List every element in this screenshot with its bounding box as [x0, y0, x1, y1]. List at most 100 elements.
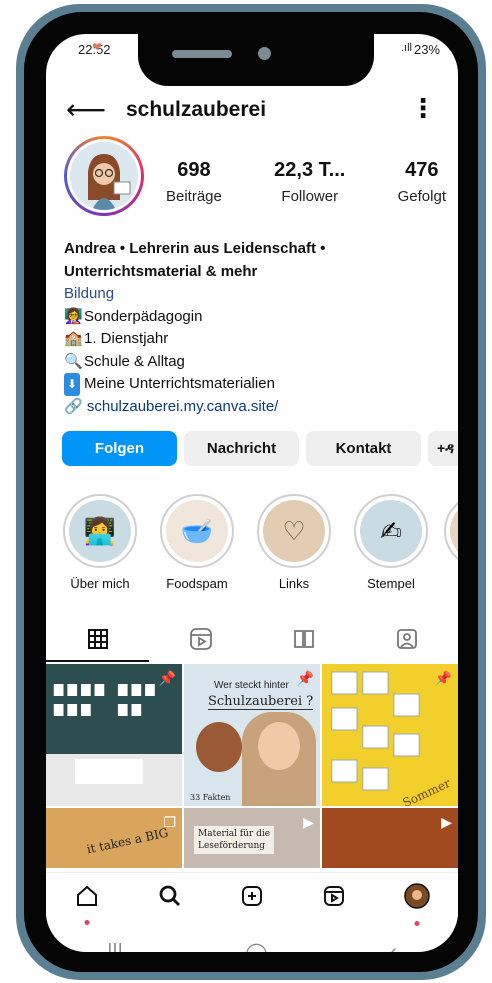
speaker-pill [172, 50, 232, 58]
stat-value: 476 [405, 159, 439, 181]
reels-nav-icon[interactable] [314, 884, 354, 915]
arrow-left-icon[interactable]: ⟵ [66, 96, 106, 124]
stat-following[interactable]: 476 Gefolgt [398, 159, 446, 205]
highlight-partial[interactable] [444, 494, 458, 591]
post-caption: Material für die [198, 829, 271, 839]
profile-name-line2: Unterrichtsmaterial & mehr [64, 262, 258, 280]
notification-dot [414, 921, 420, 926]
highlight-links[interactable]: ♡ Links [250, 494, 338, 591]
reel-icon: ▶ [441, 814, 452, 830]
battery-text: 23% [413, 42, 440, 57]
stat-posts[interactable]: 698 Beiträge [166, 159, 222, 205]
notch [138, 34, 374, 86]
highlight-ring: ♡ [257, 494, 331, 568]
search-icon[interactable] [150, 884, 190, 915]
post-thumbnail[interactable]: 📌 [46, 664, 182, 806]
profile-category: Bildung [64, 285, 115, 302]
pin-icon: 📌 [158, 670, 176, 686]
contact-button[interactable]: Kontakt [306, 431, 421, 466]
home-icon[interactable] [67, 884, 107, 925]
profile-link-text: schulzauberei.my.canva.site/ [86, 397, 279, 415]
highlight-ring [444, 494, 458, 568]
notification-dot [84, 920, 90, 925]
profile-actions: Folgen Nachricht Kontakt +ዳ [62, 431, 458, 466]
post-caption: it takes a BIG [85, 825, 170, 857]
signal-icon: .ıll [401, 42, 412, 54]
post-caption: Wer steckt hinter [214, 680, 289, 691]
avatar[interactable] [64, 136, 144, 216]
more-vertical-icon[interactable]: ⋮ [410, 94, 436, 122]
link-icon: 🔗 [64, 397, 83, 415]
profile-name-line1: Andrea • Lehrerin aus Leidenschaft • [64, 240, 326, 257]
highlight-foodspam[interactable]: 🥣 Foodspam [153, 494, 241, 591]
post-thumbnail[interactable]: ▶ [322, 808, 458, 868]
profile-avatar-icon[interactable] [397, 883, 437, 926]
school-emoji-icon: 🏫 [64, 330, 83, 347]
bio-text: Schule & Alltag [84, 352, 185, 370]
multi-post-icon: ❐ [163, 814, 176, 830]
screen: 22:52 ❤ .ıll 23% ⟵ schulzauberei ⋮ 698 B… [46, 34, 458, 952]
highlight-about-me[interactable]: 👩‍💻 Über mich [56, 494, 144, 591]
down-arrow-emoji-icon: ⬇ [64, 373, 80, 396]
phone-bezel: 22:52 ❤ .ıll 23% ⟵ schulzauberei ⋮ 698 B… [24, 12, 478, 972]
create-post-icon[interactable] [232, 884, 272, 915]
reels-icon[interactable] [149, 616, 252, 662]
hearts-icon: ♡ [263, 500, 325, 562]
camera-dot [258, 47, 271, 60]
highlight-label: Links [278, 576, 310, 591]
recent-apps-icon[interactable]: ||| [107, 941, 123, 953]
heart-status-icon: ❤ [92, 40, 103, 54]
guides-icon[interactable] [252, 616, 355, 662]
bio-line: ⬇ Meine Unterrichtsmaterialien [64, 373, 458, 396]
pin-icon: 📌 [434, 670, 452, 686]
back-button-icon[interactable]: ‹ [390, 941, 397, 953]
post-avatar [196, 722, 242, 772]
highlight-image [450, 500, 458, 562]
profile-bio: Andrea • Lehrerin aus Leidenschaft • Unt… [64, 238, 458, 418]
post-thumbnail[interactable]: it takes a BIG ❐ [46, 808, 182, 868]
add-user-icon[interactable]: +ዳ [428, 431, 458, 466]
bio-text: 1. Dienstjahr [84, 330, 169, 347]
profile-tabs [46, 616, 458, 662]
stat-followers[interactable]: 22,3 T... Follower [274, 159, 345, 205]
laptop-person-icon: 👩‍💻 [69, 500, 131, 562]
avatar-inner [67, 139, 141, 213]
story-highlights: 👩‍💻 Über mich 🥣 Foodspam ♡ Links ✍ Stemp… [56, 494, 458, 591]
highlight-ring: 👩‍💻 [63, 494, 137, 568]
post-face [258, 722, 300, 770]
grid-icon[interactable] [46, 616, 149, 662]
post-label: Material für die Leseförderung [194, 826, 275, 854]
highlight-stempel[interactable]: ✍ Stempel [347, 494, 435, 591]
post-caption: Leseförderung [198, 841, 266, 851]
tagged-icon[interactable] [355, 616, 458, 662]
message-button[interactable]: Nachricht [184, 431, 299, 466]
stamp-icon: ✍ [360, 500, 422, 562]
reel-icon: ▶ [303, 814, 314, 830]
follow-button[interactable]: Folgen [62, 431, 177, 466]
bio-line: 🏫1. Dienstjahr [64, 328, 458, 351]
bowl-icon: 🥣 [166, 500, 228, 562]
post-grid: 📌 Wer steckt hinter Schulzauberei ? 33 F… [46, 664, 458, 868]
bio-text: Meine Unterrichtsmaterialien [84, 375, 275, 392]
stat-label: Gefolgt [397, 188, 446, 205]
magnifier-emoji-icon: 🔍 [64, 352, 83, 370]
highlight-label: Stempel [367, 576, 415, 591]
post-thumbnail[interactable]: Sommer 📌 [322, 664, 458, 806]
phone-frame: 22:52 ❤ .ıll 23% ⟵ schulzauberei ⋮ 698 B… [16, 4, 486, 980]
highlight-label: Foodspam [166, 576, 228, 591]
profile-stats: 698 Beiträge 22,3 T... Follower 476 Gefo… [166, 159, 446, 205]
highlight-label: Über mich [70, 576, 130, 591]
teacher-emoji-icon: 👩‍🏫 [64, 307, 83, 325]
username-title: schulzauberei [126, 98, 267, 121]
bottom-navigation [46, 872, 458, 926]
profile-header: ⟵ schulzauberei ⋮ [46, 92, 458, 132]
post-thumbnail[interactable]: Material für die Leseförderung ▶ [184, 808, 320, 868]
profile-link[interactable]: 🔗 schulzauberei.my.canva.site/ [64, 396, 458, 419]
post-caption: Schulzauberei ? [208, 694, 314, 710]
stat-value: 22,3 T... [274, 159, 346, 181]
stat-label: Beiträge [166, 188, 222, 205]
home-button-icon[interactable]: ◯ [245, 940, 267, 953]
stat-value: 698 [177, 159, 211, 181]
post-thumbnail[interactable]: Wer steckt hinter Schulzauberei ? 33 Fak… [184, 664, 320, 806]
stat-label: Follower [281, 188, 339, 205]
